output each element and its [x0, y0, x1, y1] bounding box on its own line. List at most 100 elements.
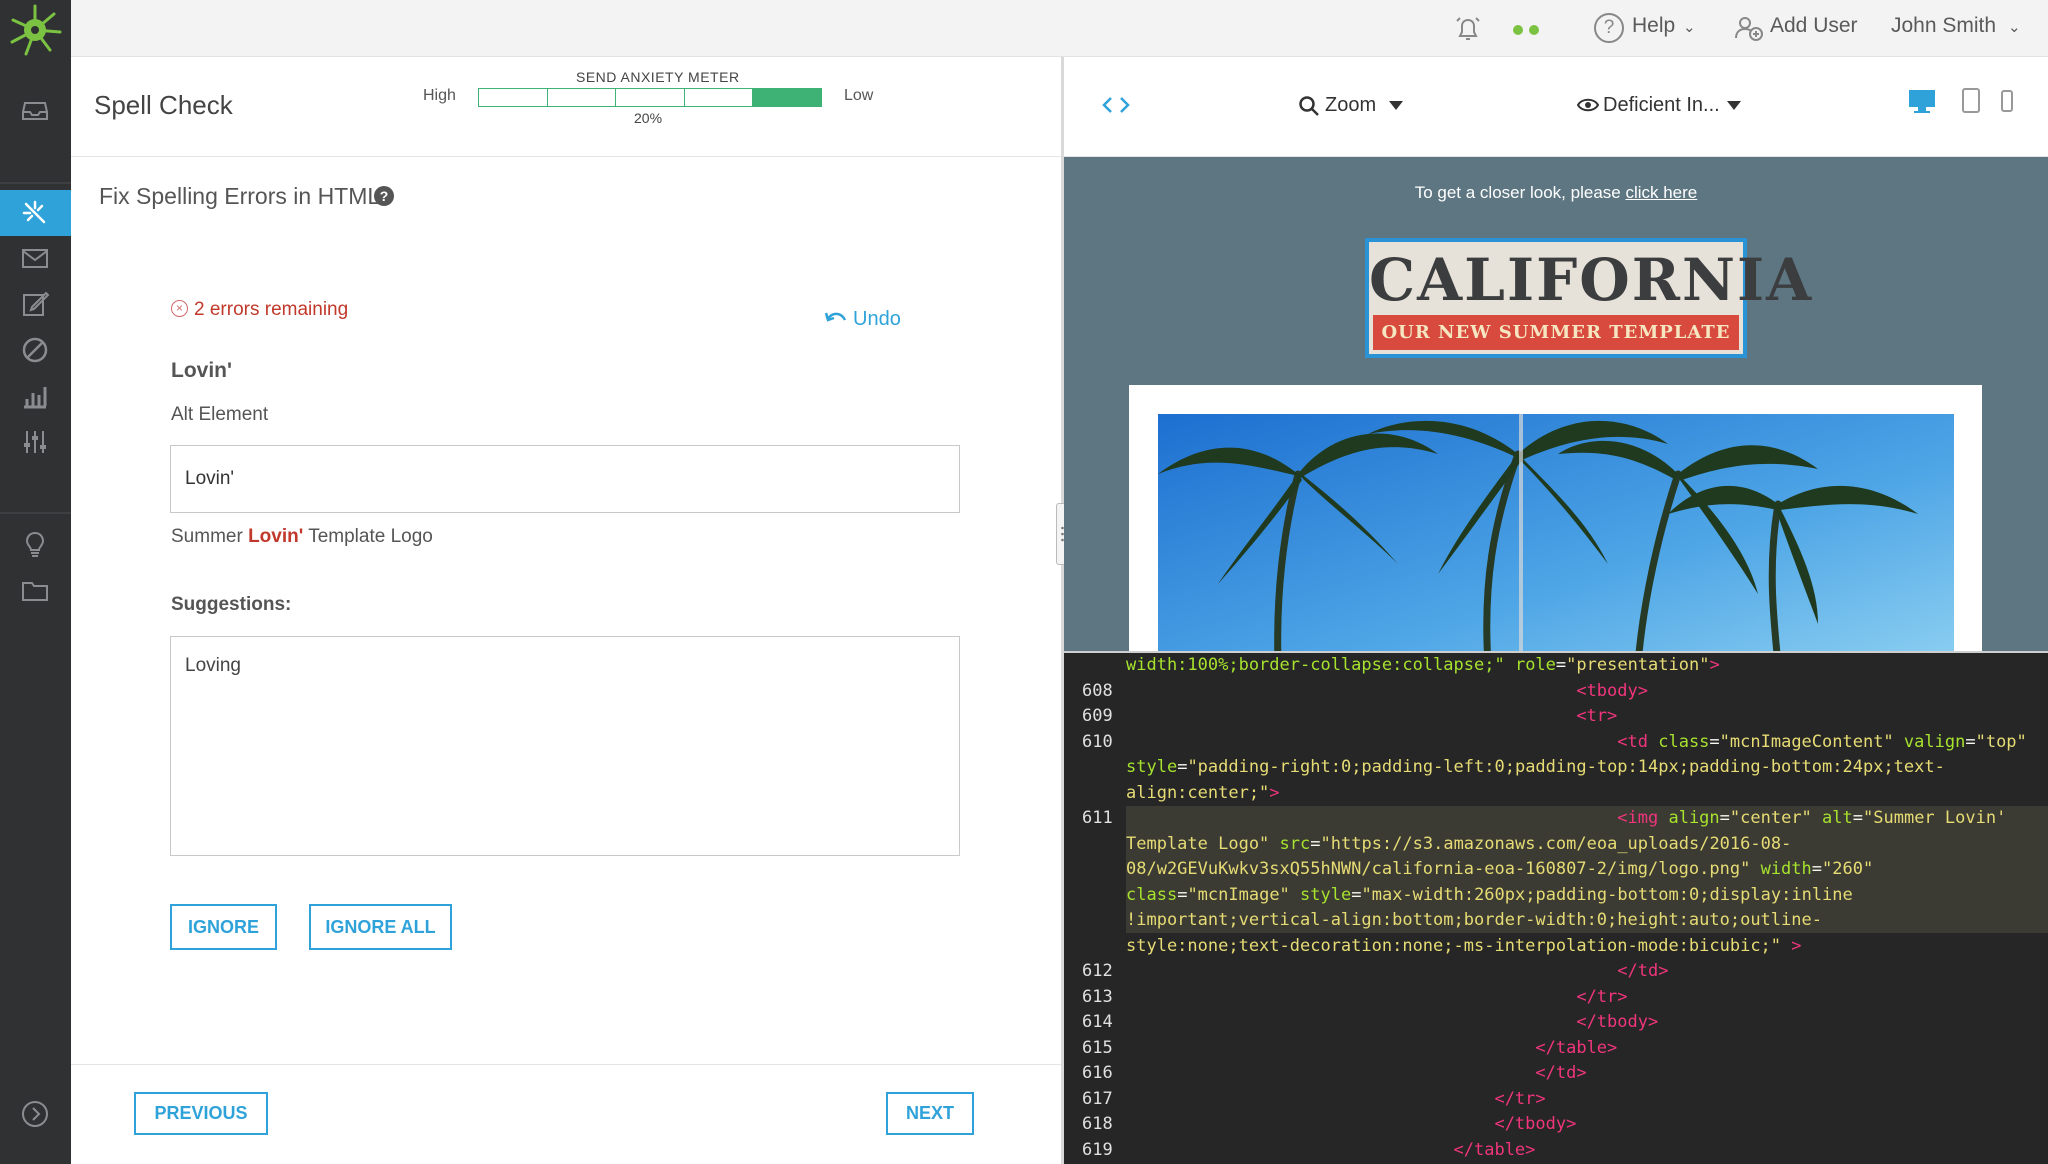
- nav-divider: [0, 182, 71, 184]
- caret-down-icon[interactable]: [1727, 101, 1741, 110]
- line-number: 612: [1082, 961, 1113, 981]
- meter-title: SEND ANXIETY METER: [576, 69, 740, 85]
- ignore-button[interactable]: IGNORE: [170, 904, 277, 950]
- errors-remaining: 2 errors remaining: [194, 299, 349, 320]
- line-number: 608: [1082, 680, 1113, 701]
- code-line: style:none;text-decoration:none;-ms-inte…: [1126, 935, 1802, 956]
- code-line: </td>: [1126, 1063, 1587, 1083]
- expand-nav-icon[interactable]: [17, 1096, 53, 1132]
- code-line: <tbody>: [1126, 680, 1648, 701]
- nav-divider: [0, 512, 71, 514]
- line-number: 619: [1082, 1139, 1113, 1160]
- page-title: Spell Check: [94, 90, 233, 120]
- status-dot-icon: [1529, 25, 1539, 35]
- desktop-view-icon[interactable]: [1907, 87, 1937, 115]
- next-button[interactable]: NEXT: [886, 1092, 974, 1135]
- code-toggle-icon[interactable]: [1101, 93, 1131, 117]
- search-icon[interactable]: [1298, 95, 1320, 117]
- mail-icon[interactable]: [17, 240, 53, 276]
- blocked-icon[interactable]: [17, 332, 53, 368]
- code-line: </td>: [1126, 961, 1669, 981]
- edit-icon[interactable]: [17, 286, 53, 322]
- spellcheck-wand-icon[interactable]: [17, 195, 53, 231]
- zoom-dropdown[interactable]: Zoom: [1325, 94, 1376, 117]
- logo-subtitle: OUR NEW SUMMER TEMPLATE: [1373, 315, 1739, 350]
- alt-element-field[interactable]: [170, 445, 960, 513]
- meter-segment: [479, 89, 548, 106]
- help-menu[interactable]: Help: [1632, 14, 1675, 38]
- ignore-all-button[interactable]: IGNORE ALL: [309, 904, 452, 950]
- code-line: 08/w2GEVuKwkv3sxQ55hNWN/california-eoa-1…: [1126, 859, 1874, 879]
- context-before: Summer: [171, 526, 249, 547]
- undo-icon[interactable]: [824, 309, 848, 329]
- tablet-view-icon[interactable]: [1961, 87, 1981, 115]
- caret-down-icon[interactable]: [1389, 101, 1403, 110]
- line-number: 616: [1082, 1063, 1113, 1083]
- code-line: </tbody>: [1126, 1114, 1577, 1134]
- misspelled-word: Lovin': [171, 359, 232, 382]
- error-circle-icon: ×: [171, 300, 188, 317]
- suggestions-label: Suggestions:: [171, 594, 292, 615]
- html-code-editor[interactable]: width:100%;border-collapse:collapse;" ro…: [1064, 653, 2048, 1164]
- code-line: !important;vertical-align:bottom;border-…: [1126, 910, 1822, 930]
- code-line: width:100%;border-collapse:collapse;" ro…: [1126, 655, 1720, 675]
- logo-title: CALIFORNIA: [1369, 246, 1814, 314]
- meter-segment: [685, 89, 754, 106]
- line-number: 611: [1082, 808, 1113, 828]
- user-menu[interactable]: John Smith: [1891, 14, 1996, 38]
- add-user-icon[interactable]: [1734, 14, 1764, 42]
- section-title: Fix Spelling Errors in HTML: [99, 183, 381, 209]
- eye-icon[interactable]: [1576, 97, 1600, 113]
- code-line: <tr>: [1126, 706, 1618, 726]
- click-here-link[interactable]: click here: [1625, 183, 1697, 202]
- code-line: </tbody>: [1126, 1012, 1659, 1032]
- line-number: 614: [1082, 1012, 1113, 1032]
- mobile-view-icon[interactable]: [2000, 89, 2014, 115]
- vision-deficiency-dropdown[interactable]: Deficient In...: [1603, 94, 1720, 117]
- panel-header: Spell Check SEND ANXIETY METER High Low …: [71, 57, 1061, 157]
- preview-panel: Zoom Deficient In... To get a closer loo…: [1064, 57, 2048, 1164]
- folder-icon[interactable]: [17, 572, 53, 608]
- add-user-button[interactable]: Add User: [1770, 14, 1858, 38]
- chevron-down-icon[interactable]: ⌄: [2008, 18, 2021, 36]
- meter-value: 20%: [634, 110, 663, 126]
- lightbulb-icon[interactable]: [17, 526, 53, 562]
- help-circle-icon[interactable]: ?: [1594, 13, 1624, 43]
- context-after: Template Logo: [303, 526, 433, 547]
- preview-toolbar: Zoom Deficient In...: [1064, 57, 2048, 157]
- context-misspelled-word: Lovin': [248, 526, 304, 547]
- previous-button[interactable]: PREVIOUS: [134, 1092, 268, 1135]
- top-bar: ? Help ⌄ Add User John Smith ⌄: [71, 0, 2048, 57]
- code-line: style="padding-right:0;padding-left:0;pa…: [1126, 757, 1945, 777]
- anxiety-meter: [478, 88, 822, 107]
- line-number: 618: [1082, 1114, 1113, 1134]
- closer-look-text: To get a closer look, please: [1414, 183, 1626, 202]
- suggestions-list: Loving: [170, 636, 960, 856]
- code-line: </tr>: [1126, 986, 1628, 1007]
- california-logo[interactable]: CALIFORNIA OUR NEW SUMMER TEMPLATE: [1365, 238, 1814, 358]
- context-text: Summer Lovin' Template Logo: [171, 526, 433, 548]
- suggestion-item[interactable]: Loving: [185, 655, 945, 677]
- panel-footer: PREVIOUS NEXT: [71, 1064, 1061, 1164]
- left-nav: [0, 0, 83, 1164]
- app-logo-icon[interactable]: [4, 0, 66, 60]
- analytics-icon[interactable]: [17, 378, 53, 414]
- field-label: Alt Element: [171, 404, 269, 425]
- inbox-icon[interactable]: [17, 92, 53, 128]
- code-line: <td class="mcnImageContent" valign="top": [1126, 731, 2027, 752]
- help-icon[interactable]: ?: [374, 186, 394, 206]
- status-dot-icon: [1513, 25, 1523, 35]
- line-number: 615: [1082, 1037, 1113, 1058]
- undo-button[interactable]: Undo: [853, 308, 901, 331]
- email-preview: To get a closer look, please click here …: [1064, 157, 2048, 653]
- code-line: <img align="center" alt="Summer Lovin': [1126, 808, 2007, 828]
- settings-sliders-icon[interactable]: [17, 424, 53, 460]
- alarm-bell-icon[interactable]: [1451, 12, 1485, 46]
- line-number: 610: [1082, 731, 1113, 752]
- line-number: 613: [1082, 986, 1113, 1007]
- chevron-down-icon[interactable]: ⌄: [1683, 18, 1696, 36]
- code-line: align:center;">: [1126, 782, 1280, 803]
- meter-low-label: Low: [844, 87, 874, 104]
- palm-trees-image: [1158, 414, 1954, 653]
- code-line: class="mcnImage" style="max-width:260px;…: [1126, 884, 1853, 905]
